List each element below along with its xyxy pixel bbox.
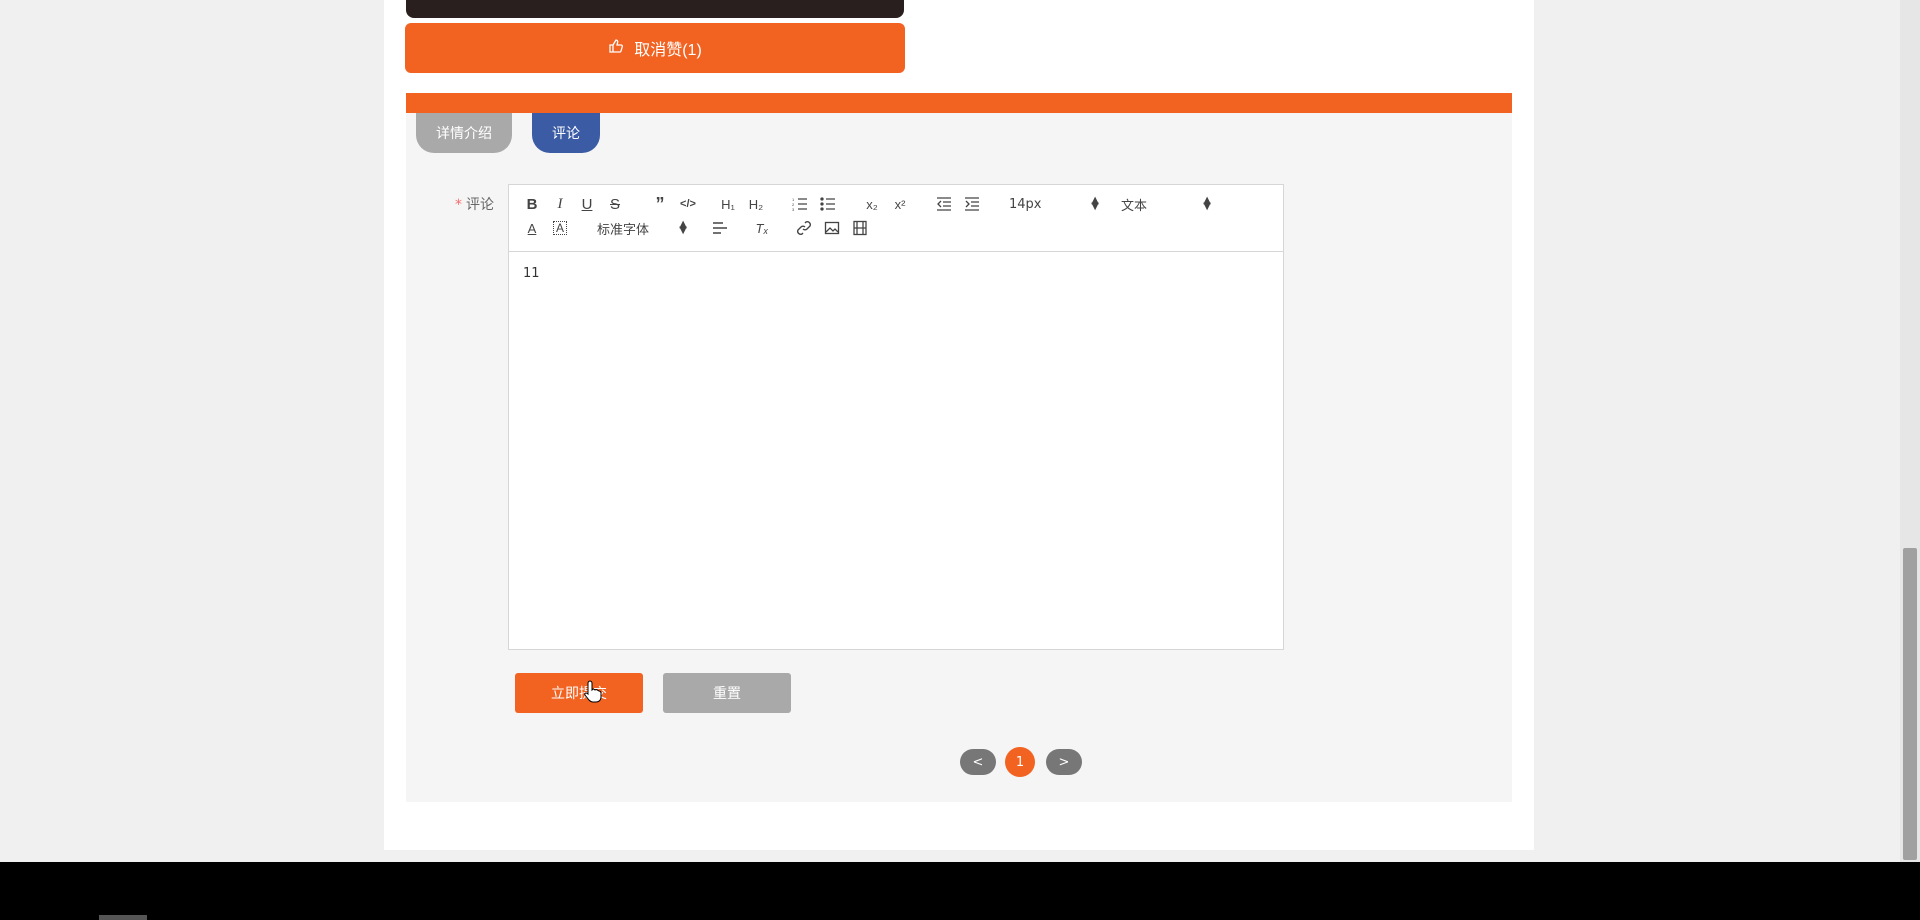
header-value: 文本 — [1121, 198, 1148, 214]
media-preview — [406, 0, 904, 18]
submit-button[interactable]: 立即提交 — [515, 673, 643, 713]
comment-text: 11 — [523, 266, 540, 281]
underline-icon[interactable]: U — [576, 193, 598, 215]
align-icon[interactable] — [709, 217, 731, 239]
font-size-value: 14px — [1009, 196, 1042, 212]
heading-2-icon[interactable]: H₂ — [745, 193, 767, 215]
font-size-select[interactable]: 14px ▲ ▼ — [1009, 193, 1099, 215]
font-family-select[interactable]: 标准字体 ▲ ▼ — [597, 217, 687, 239]
heading-1-icon[interactable]: H₁ — [717, 193, 739, 215]
bold-icon[interactable]: B — [521, 193, 543, 215]
tab-comments[interactable]: 评论 — [532, 113, 600, 153]
required-mark: * — [455, 197, 462, 213]
taskbar-item — [99, 915, 147, 920]
hand-cursor-icon — [584, 680, 602, 703]
subscript-icon[interactable]: x₂ — [861, 193, 883, 215]
reset-button[interactable]: 重置 — [663, 673, 791, 713]
tab-details[interactable]: 详情介绍 — [416, 113, 512, 153]
font-family-value: 标准字体 — [597, 222, 650, 238]
select-arrows-icon: ▲ ▼ — [1203, 195, 1211, 212]
video-icon[interactable] — [849, 217, 871, 239]
pagination-current-page[interactable]: 1 — [1005, 747, 1035, 777]
superscript-icon[interactable]: x² — [889, 193, 911, 215]
comment-field-label: * 评论 — [455, 194, 494, 214]
font-color-icon[interactable]: A — [521, 217, 543, 239]
clear-format-icon[interactable]: Tₓ — [751, 217, 773, 239]
select-arrows-icon: ▲ ▼ — [1091, 195, 1099, 212]
comment-label-text: 评论 — [466, 197, 494, 213]
tab-comments-label: 评论 — [552, 126, 580, 142]
reset-button-label: 重置 — [713, 686, 741, 702]
bullet-list-icon[interactable] — [817, 193, 839, 215]
header-select[interactable]: 文本 ▲ ▼ — [1121, 193, 1211, 215]
select-arrows-icon: ▲ ▼ — [679, 219, 687, 236]
pagination-next-button[interactable]: > — [1046, 749, 1082, 775]
editor-toolbar: B I U S ” </> H₁ H₂ 123 x₂ x² 14px ▲ ▼ 文本… — [509, 185, 1283, 252]
unlike-button[interactable]: 取消赞(1) — [405, 23, 905, 73]
outdent-icon[interactable] — [933, 193, 955, 215]
background-color-icon[interactable]: A — [553, 221, 567, 235]
pagination-prev-button[interactable]: < — [960, 749, 996, 775]
scrollbar-thumb[interactable] — [1903, 548, 1917, 860]
ordered-list-icon[interactable]: 123 — [789, 193, 811, 215]
image-icon[interactable] — [821, 217, 843, 239]
rich-text-editor: B I U S ” </> H₁ H₂ 123 x₂ x² 14px ▲ ▼ 文本… — [508, 184, 1284, 650]
indent-icon[interactable] — [961, 193, 983, 215]
tab-details-label: 详情介绍 — [436, 126, 492, 142]
link-icon[interactable] — [793, 217, 815, 239]
blockquote-icon[interactable]: ” — [649, 193, 671, 215]
unlike-button-label: 取消赞(1) — [634, 42, 702, 59]
bottom-bar — [0, 862, 1920, 920]
svg-text:3: 3 — [792, 207, 795, 212]
pagination-prev-label: < — [972, 754, 984, 770]
section-divider — [406, 93, 1512, 113]
thumbs-up-icon — [608, 38, 624, 59]
italic-icon[interactable]: I — [549, 193, 571, 215]
pagination-current-label: 1 — [1015, 754, 1025, 770]
code-block-icon[interactable]: </> — [677, 193, 699, 215]
pagination-next-label: > — [1058, 754, 1070, 770]
strikethrough-icon[interactable]: S — [604, 193, 626, 215]
comment-editor-content[interactable]: 11 — [509, 252, 1283, 295]
